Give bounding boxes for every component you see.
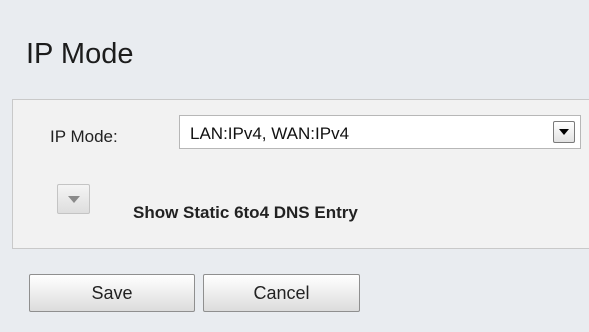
page-title: IP Mode bbox=[26, 38, 134, 70]
select-dropdown-button[interactable] bbox=[553, 121, 575, 143]
ip-mode-select-value: LAN:IPv4, WAN:IPv4 bbox=[190, 124, 350, 143]
triangle-down-icon bbox=[559, 129, 569, 135]
ip-mode-select[interactable]: LAN:IPv4, WAN:IPv4 bbox=[179, 115, 581, 149]
ip-mode-label: IP Mode: bbox=[50, 127, 118, 146]
expand-toggle-button[interactable] bbox=[57, 184, 90, 214]
triangle-down-icon bbox=[68, 196, 80, 203]
settings-panel: IP Mode: LAN:IPv4, WAN:IPv4 Show Static … bbox=[12, 99, 589, 249]
cancel-button[interactable]: Cancel bbox=[203, 274, 360, 312]
expand-toggle-label: Show Static 6to4 DNS Entry bbox=[133, 203, 358, 222]
save-button[interactable]: Save bbox=[29, 274, 195, 312]
